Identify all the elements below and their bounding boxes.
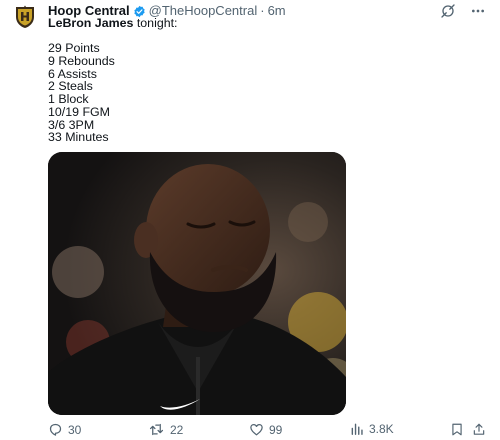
- share-icon: [473, 423, 485, 435]
- stat-line: 1 Block: [48, 92, 89, 107]
- grok-icon[interactable]: [440, 3, 456, 24]
- retweet-icon: [149, 423, 164, 436]
- player-photo-icon: [48, 152, 346, 415]
- author-avatar[interactable]: [12, 4, 38, 30]
- more-options-icon[interactable]: [470, 3, 486, 24]
- retweet-count: 22: [170, 422, 184, 437]
- reply-icon: [49, 423, 62, 436]
- header-separator: ·: [260, 3, 265, 18]
- tweet-top-actions: [440, 3, 486, 24]
- tweet-timestamp[interactable]: 6m: [268, 3, 286, 19]
- player-mention: LeBron James: [48, 16, 134, 30]
- reply-count: 30: [68, 422, 82, 437]
- like-count: 99: [269, 422, 283, 437]
- heart-icon: [250, 424, 263, 436]
- tweet-action-bar: 30 22 99 3.8K: [48, 422, 488, 440]
- retweet-button[interactable]: 22: [148, 422, 183, 437]
- reply-button[interactable]: 30: [48, 422, 81, 437]
- like-button[interactable]: 99: [249, 422, 282, 437]
- hoop-central-logo-icon: [16, 5, 34, 28]
- stat-line: 10/19 FGM: [48, 104, 110, 119]
- bookmark-button[interactable]: [450, 422, 464, 437]
- tweet-intro-line: LeBron James tonight:: [48, 17, 178, 30]
- tweet-photo[interactable]: [48, 152, 346, 415]
- stat-line: 33 Minutes: [48, 130, 109, 145]
- tweet-text: LeBron James tonight: 29 Points 9 Reboun…: [48, 17, 178, 144]
- view-count: 3.8K: [369, 422, 394, 436]
- analytics-bars-icon: [351, 423, 363, 435]
- share-button[interactable]: [472, 422, 486, 437]
- tweet-card[interactable]: Hoop Central @TheHoopCentral · 6m LeBron…: [0, 0, 500, 440]
- stat-line: 9 Rebounds: [48, 54, 115, 69]
- bookmark-icon: [452, 423, 462, 436]
- views-button[interactable]: 3.8K: [350, 422, 394, 436]
- tweet-intro-rest: tonight:: [133, 16, 178, 30]
